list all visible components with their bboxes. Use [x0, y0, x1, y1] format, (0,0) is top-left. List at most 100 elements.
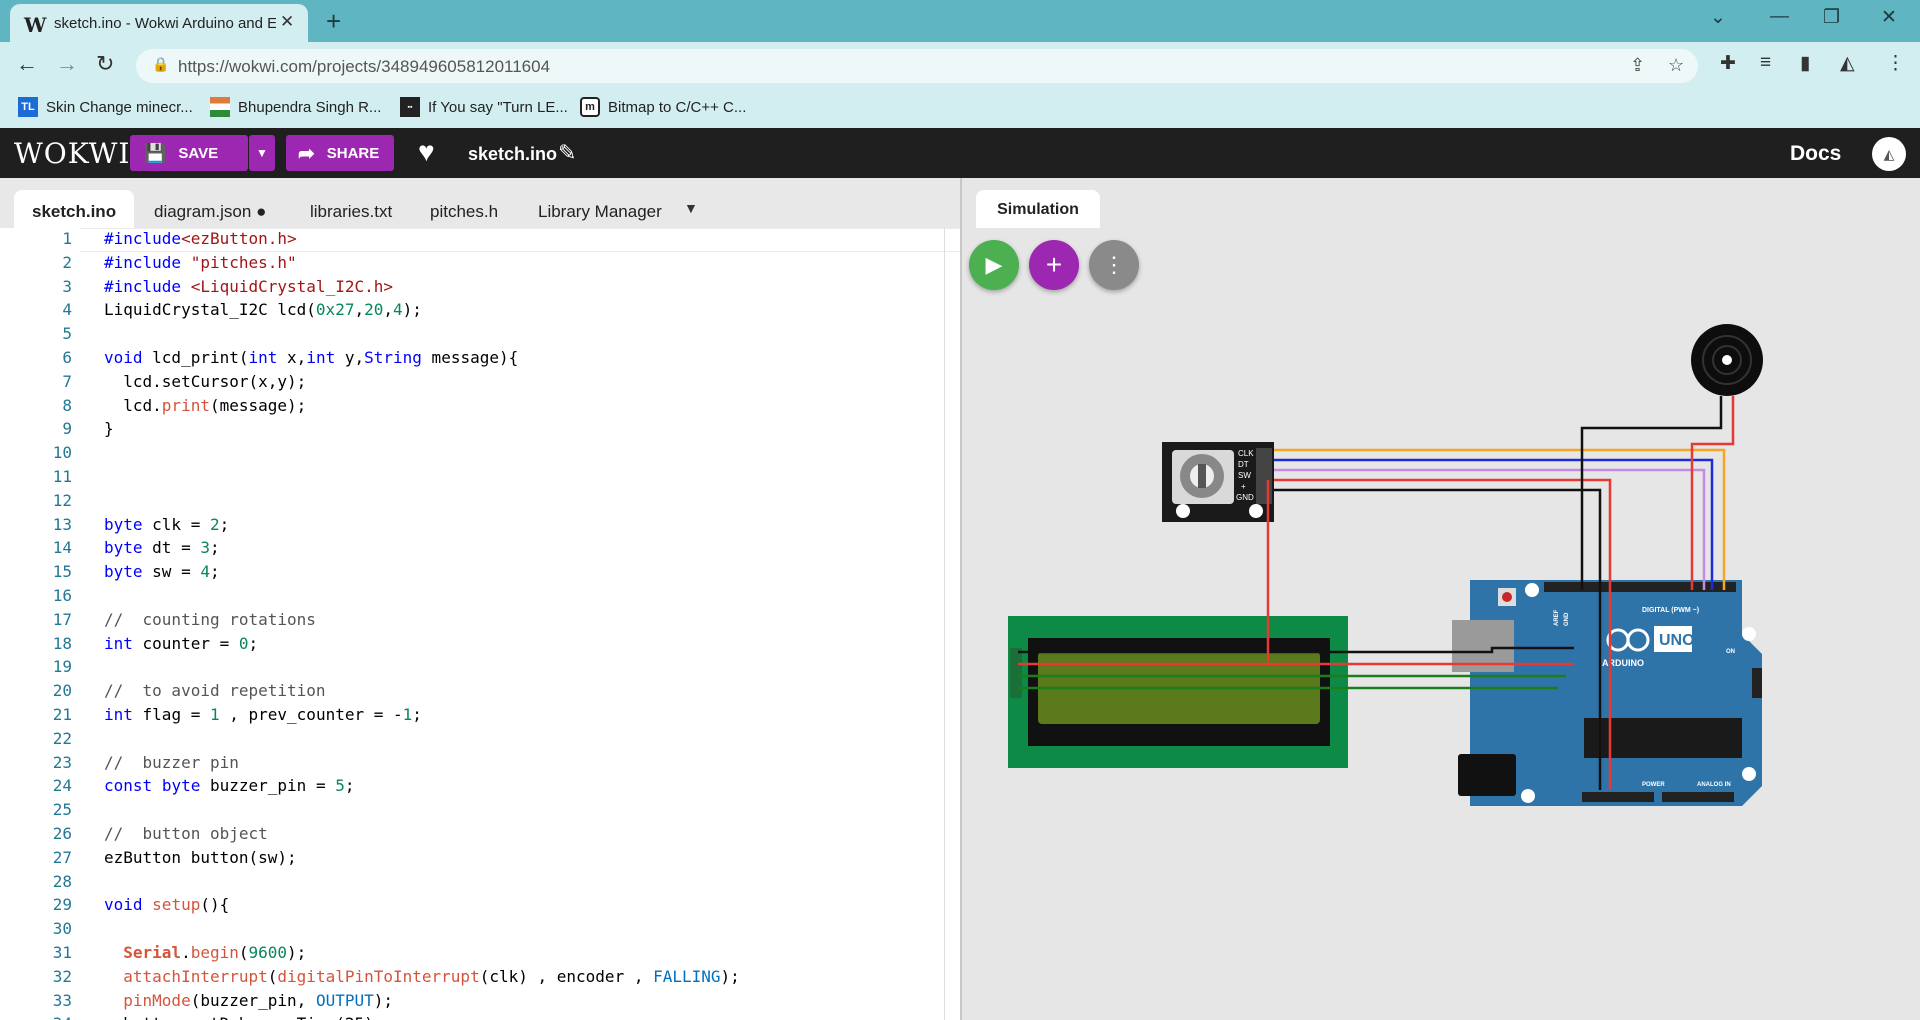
- address-bar[interactable]: 🔒 https://wokwi.com/projects/34894960581…: [136, 49, 1698, 83]
- line-number: 19: [52, 657, 72, 676]
- code-token: flag =: [132, 705, 210, 724]
- code-line[interactable]: ezButton button(sw);: [104, 848, 297, 867]
- code-line[interactable]: LiquidCrystal_I2C lcd(0x27,20,4);: [104, 300, 422, 319]
- tab-libraries-txt[interactable]: libraries.txt: [292, 190, 410, 228]
- code-line[interactable]: // counting rotations: [104, 610, 316, 629]
- code-line[interactable]: int flag = 1 , prev_counter = -1;: [104, 705, 422, 724]
- code-line[interactable]: const byte buzzer_pin = 5;: [104, 776, 354, 795]
- profile-icon[interactable]: ◭: [1840, 52, 1855, 75]
- code-token: 3: [200, 538, 210, 557]
- code-line[interactable]: #include "pitches.h": [104, 253, 297, 272]
- project-filename[interactable]: sketch.ino: [468, 144, 557, 165]
- bookmark-item[interactable]: m Bitmap to C/C++ C...: [580, 97, 746, 117]
- tab-search-icon[interactable]: ⌄: [1710, 6, 1726, 29]
- code-line[interactable]: button.setDebounceTime(25);: [104, 1014, 383, 1020]
- floppy-disk-icon: 💾: [144, 142, 167, 163]
- code-line[interactable]: // button object: [104, 824, 268, 843]
- line-number: 14: [52, 538, 72, 557]
- docs-link[interactable]: Docs: [1790, 142, 1841, 166]
- code-token: 4: [393, 300, 403, 319]
- code-token: buzzer_pin =: [200, 776, 336, 795]
- restore-window-icon[interactable]: ❐: [1823, 6, 1840, 29]
- encoder-pin-gnd: GND: [1236, 493, 1254, 502]
- rotary-encoder[interactable]: [1162, 442, 1274, 522]
- code-line[interactable]: lcd.print(message);: [104, 396, 306, 415]
- code-line[interactable]: byte sw = 4;: [104, 562, 220, 581]
- code-token: ;: [412, 705, 422, 724]
- vertical-dots-icon: ⋮: [1103, 252, 1125, 277]
- buzzer[interactable]: [1691, 324, 1763, 396]
- code-line[interactable]: // buzzer pin: [104, 753, 239, 772]
- code-line[interactable]: lcd.setCursor(x,y);: [104, 372, 306, 391]
- wire-buzzer-gnd[interactable]: [1580, 396, 1723, 590]
- user-avatar[interactable]: ◭: [1872, 137, 1906, 171]
- wire-sw[interactable]: [1274, 468, 1706, 590]
- browser-tab[interactable]: W sketch.ino - Wokwi Arduino and ESP32 S…: [10, 4, 308, 42]
- back-icon[interactable]: ←: [16, 51, 38, 77]
- add-part-button[interactable]: +: [1029, 240, 1079, 290]
- close-tab-icon[interactable]: ✕: [280, 12, 294, 32]
- code-token: print: [161, 396, 210, 415]
- code-token: setup: [152, 895, 201, 914]
- tab-pitches-h[interactable]: pitches.h: [412, 190, 516, 228]
- share-button[interactable]: ➦ SHARE: [286, 135, 394, 171]
- line-number: 7: [62, 372, 72, 391]
- code-line[interactable]: byte dt = 3;: [104, 538, 220, 557]
- code-line[interactable]: void setup(){: [104, 895, 229, 914]
- lock-icon[interactable]: 🔒: [152, 56, 169, 73]
- bookmark-item[interactable]: ▪▪ If You say "Turn LE...: [400, 97, 568, 117]
- heart-icon[interactable]: ♥: [418, 136, 435, 168]
- bookmark-item[interactable]: Bhupendra Singh R...: [210, 97, 381, 117]
- code-token: byte: [161, 776, 201, 795]
- code-line[interactable]: }: [104, 419, 114, 438]
- more-tabs-caret-icon[interactable]: ▼: [684, 200, 698, 216]
- code-token: (clk) , encoder ,: [479, 967, 654, 986]
- code-line[interactable]: byte clk = 2;: [104, 515, 229, 534]
- code-token: #include: [104, 229, 182, 248]
- start-simulation-button[interactable]: ▶: [969, 240, 1019, 290]
- tab-label: libraries.txt: [310, 202, 393, 221]
- close-window-icon[interactable]: ✕: [1881, 6, 1897, 29]
- bookmark-star-icon[interactable]: ☆: [1668, 55, 1684, 76]
- code-line[interactable]: attachInterrupt(digitalPinToInterrupt(cl…: [104, 967, 740, 986]
- on-led-label: ON: [1726, 649, 1735, 655]
- url-text[interactable]: https://wokwi.com/projects/3489496058120…: [178, 57, 550, 77]
- code-line[interactable]: // to avoid repetition: [104, 681, 326, 700]
- simulation-tab[interactable]: Simulation: [976, 190, 1100, 228]
- code-line[interactable]: pinMode(buzzer_pin, OUTPUT);: [104, 991, 393, 1010]
- lcd-display[interactable]: [1008, 616, 1348, 768]
- arduino-uno-board[interactable]: [1452, 580, 1762, 806]
- menu-dots-icon[interactable]: ⋮: [1886, 52, 1905, 75]
- extensions-icon[interactable]: ✚: [1720, 52, 1736, 75]
- save-options-dropdown[interactable]: ▼: [249, 135, 275, 171]
- tab-diagram-json[interactable]: diagram.json ●: [136, 190, 284, 228]
- code-line[interactable]: int counter = 0;: [104, 634, 258, 653]
- bookmarks-bar: TL Skin Change minecr... Bhupendra Singh…: [0, 88, 1920, 128]
- forward-icon[interactable]: →: [56, 51, 78, 77]
- tab-library-manager[interactable]: Library Manager: [520, 190, 680, 228]
- side-panel-icon[interactable]: ▮: [1800, 52, 1810, 75]
- more-options-button[interactable]: ⋮: [1089, 240, 1139, 290]
- code-line[interactable]: #include <LiquidCrystal_I2C.h>: [104, 277, 393, 296]
- code-line[interactable]: void lcd_print(int x,int y,String messag…: [104, 348, 518, 367]
- new-tab-button[interactable]: +: [326, 6, 341, 37]
- media-control-icon[interactable]: ≡: [1760, 52, 1771, 74]
- editor-scrollbar[interactable]: [944, 228, 945, 1020]
- circuit-canvas[interactable]: CLK DT SW + GND UNO ARDUINO DIGITAL (PWM…: [962, 178, 1920, 1020]
- code-line[interactable]: Serial.begin(9600);: [104, 943, 306, 962]
- wokwi-logo[interactable]: WOKWI: [14, 137, 131, 170]
- save-button[interactable]: 💾 SAVE: [130, 135, 248, 171]
- code-line[interactable]: #include<ezButton.h>: [104, 229, 297, 248]
- minimize-icon[interactable]: —: [1770, 6, 1789, 28]
- line-number: 23: [52, 753, 72, 772]
- bookmark-item[interactable]: TL Skin Change minecr...: [18, 97, 193, 117]
- code-token: lcd_print(: [142, 348, 249, 367]
- share-page-icon[interactable]: ⇪: [1630, 55, 1645, 76]
- tab-sketch-ino[interactable]: sketch.ino: [14, 190, 135, 228]
- pencil-edit-icon[interactable]: ✎: [558, 140, 576, 166]
- code-token: void: [104, 895, 143, 914]
- line-number: 5: [62, 324, 72, 343]
- code-area[interactable]: 1 #include<ezButton.h> 2 #include "pitches.…: [0, 228, 960, 1020]
- reload-icon[interactable]: ↻: [96, 51, 114, 77]
